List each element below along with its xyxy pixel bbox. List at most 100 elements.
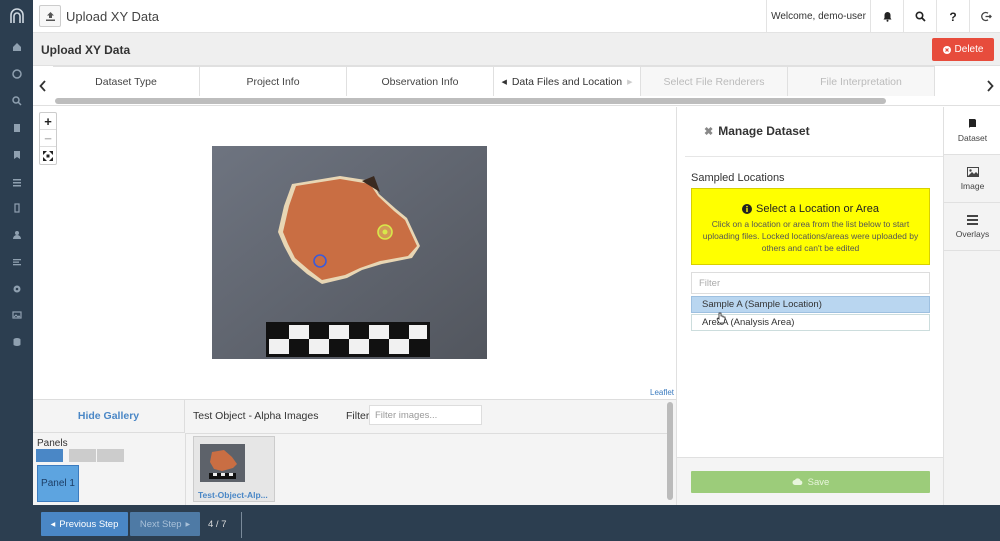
page-title: Upload XY Data <box>41 43 131 57</box>
tab-label: Project Info <box>246 75 300 88</box>
tab-dataset[interactable]: Dataset <box>944 107 1000 155</box>
leaflet-attribution[interactable]: Leaflet <box>650 388 674 397</box>
tab-label: Select File Renderers <box>663 75 765 88</box>
filter-label: Filter <box>346 410 370 422</box>
panel-layout-1[interactable] <box>36 449 63 462</box>
dashboard-icon[interactable] <box>0 65 33 83</box>
app-logo-icon[interactable] <box>5 4 28 27</box>
book-icon <box>969 119 976 128</box>
zoom-in-button[interactable]: + <box>40 113 56 130</box>
tab-label: Dataset <box>957 133 988 143</box>
save-bar: Save <box>677 457 944 505</box>
location-item-sample-a[interactable]: Sample A (Sample Location) <box>691 296 930 313</box>
gallery-scrollbar[interactable] <box>667 402 673 500</box>
bookmark-icon[interactable] <box>0 146 33 164</box>
chevron-right-icon[interactable] <box>980 66 1000 106</box>
home-icon[interactable] <box>0 38 33 56</box>
bell-icon[interactable] <box>870 0 903 33</box>
tab-label: Data Files and Location <box>511 75 623 88</box>
database-icon[interactable] <box>0 333 33 351</box>
step-counter: 4 / 7 <box>208 519 227 530</box>
location-item-area-a[interactable]: AreaA (Analysis Area) <box>691 314 930 331</box>
settings-icon[interactable] <box>0 280 33 298</box>
welcome-user[interactable]: Welcome, demo-user <box>766 0 870 33</box>
hand-cursor-icon <box>716 312 726 324</box>
gallery-thumbnail[interactable]: Test-Object-Alp... <box>193 436 275 502</box>
step-tabs: Dataset Type Project Info Observation In… <box>33 66 1000 106</box>
tab-label: Dataset Type <box>95 75 157 88</box>
search-nav-icon[interactable] <box>0 92 33 110</box>
filter-images-input[interactable] <box>369 405 482 425</box>
panel-layout-2[interactable] <box>69 449 96 462</box>
tabs-scrollbar[interactable] <box>55 98 886 104</box>
tab-observation-info[interactable]: Observation Info <box>347 66 494 96</box>
tab-label: Observation Info <box>381 75 459 88</box>
hide-gallery-button[interactable]: Hide Gallery <box>33 400 185 433</box>
search-icon[interactable] <box>903 0 936 33</box>
next-step-button[interactable]: Next Step ▶ <box>130 512 200 536</box>
select-location-alert: Select a Location or Area Click on a loc… <box>691 188 930 265</box>
user-icon[interactable] <box>0 226 33 244</box>
tab-project-info[interactable]: Project Info <box>200 66 347 96</box>
manage-title-text: Manage Dataset <box>718 124 810 138</box>
tab-image[interactable]: Image <box>944 155 1000 203</box>
tab-label: Overlays <box>955 228 990 239</box>
save-button[interactable]: Save <box>691 471 930 493</box>
right-tab-strip: Dataset Image Overlays <box>943 107 1000 505</box>
panels-label: Panels <box>37 438 68 449</box>
tab-overlays[interactable]: Overlays <box>944 203 1000 251</box>
gallery-title: Test Object - Alpha Images <box>193 410 319 422</box>
close-icon[interactable]: ✖ <box>704 125 713 138</box>
sample-photo[interactable] <box>212 146 487 359</box>
layers-icon <box>967 214 978 225</box>
zoom-controls: + − <box>39 112 57 165</box>
page-header: Upload XY Data Delete <box>33 33 1000 66</box>
sampled-locations-label: Sampled Locations <box>691 172 785 184</box>
manage-dataset-title: ✖ Manage Dataset <box>704 124 810 138</box>
cloud-upload-icon <box>792 478 802 485</box>
bottom-nav-bar: ◀ Previous Step Next Step ▶ 4 / 7 <box>33 505 1000 541</box>
alert-body: Click on a location or area from the lis… <box>702 219 919 253</box>
delete-button[interactable]: Delete <box>932 38 994 61</box>
divider <box>185 433 186 506</box>
alert-title: Select a Location or Area <box>692 203 929 215</box>
delete-icon <box>942 45 951 54</box>
next-label: Next Step <box>139 518 182 530</box>
list-icon[interactable] <box>0 173 33 191</box>
upload-icon[interactable] <box>39 5 61 27</box>
tab-data-files-and-location[interactable]: ◀ Data Files and Location ▶ <box>494 66 641 96</box>
previous-step-button[interactable]: ◀ Previous Step <box>41 512 128 536</box>
tab-label: Image <box>960 180 985 191</box>
caret-right-icon: ▶ <box>627 78 633 86</box>
thumbnail-image <box>200 444 245 482</box>
fullscreen-icon[interactable] <box>40 147 56 164</box>
caret-left-icon: ◀ <box>50 521 56 528</box>
file-icon[interactable] <box>0 199 33 217</box>
tab-file-interpretation[interactable]: File Interpretation <box>788 66 935 96</box>
tab-dataset-type[interactable]: Dataset Type <box>53 66 200 96</box>
panel-layout-3[interactable] <box>97 449 124 462</box>
location-filter-input[interactable] <box>691 272 930 294</box>
panel-1-button[interactable]: Panel 1 <box>37 465 79 502</box>
left-sidebar <box>0 0 33 541</box>
help-icon[interactable]: ? <box>936 0 969 33</box>
app-title: Upload XY Data <box>66 9 159 24</box>
manage-dataset-panel: ✖ Manage Dataset Sampled Locations Selec… <box>676 107 944 505</box>
image-nav-icon[interactable] <box>0 306 33 324</box>
caret-right-icon: ▶ <box>185 521 191 528</box>
menu-icon[interactable] <box>0 253 33 271</box>
info-icon <box>742 204 753 214</box>
divider <box>241 512 242 538</box>
tab-select-file-renderers[interactable]: Select File Renderers <box>641 66 788 96</box>
map-viewer[interactable]: + − Leaflet <box>33 107 676 399</box>
image-gallery: Hide Gallery Panels Panel 1 Test Object … <box>33 399 676 506</box>
zoom-out-button[interactable]: − <box>40 130 56 147</box>
logout-icon[interactable] <box>969 0 1000 33</box>
document-icon[interactable] <box>0 119 33 137</box>
chevron-left-icon[interactable] <box>33 66 53 106</box>
top-header: Upload XY Data Welcome, demo-user ? <box>33 0 1000 33</box>
prev-label: Previous Step <box>59 518 119 530</box>
delete-label: Delete <box>954 44 984 55</box>
caret-left-icon: ◀ <box>501 78 507 86</box>
thumbnail-label: Test-Object-Alp... <box>198 490 268 500</box>
